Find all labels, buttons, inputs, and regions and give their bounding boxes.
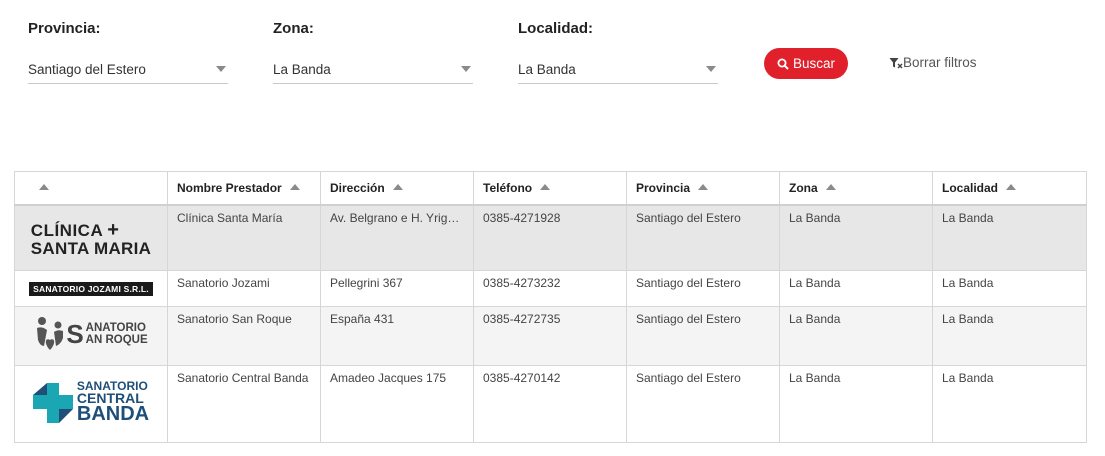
cell-direccion: España 431 xyxy=(320,306,474,366)
table-row[interactable]: S ANATORIO AN ROQUE Sanatorio San Roque … xyxy=(14,306,1087,366)
cell-provincia: Santiago del Estero xyxy=(626,306,780,366)
sort-arrow-icon xyxy=(1006,183,1017,190)
cell-telefono: 0385-4272735 xyxy=(473,306,627,366)
search-icon xyxy=(777,58,789,70)
cell-provincia: Santiago del Estero xyxy=(626,204,780,271)
logo-plus: + xyxy=(107,218,120,241)
cell-telefono: 0385-4270142 xyxy=(473,365,627,443)
zona-label: Zona: xyxy=(273,20,314,37)
cell-zona: La Banda xyxy=(779,365,933,443)
chevron-down-icon xyxy=(706,66,716,72)
localidad-value: La Banda xyxy=(518,61,576,77)
localidad-select[interactable]: La Banda xyxy=(518,55,718,84)
sanatorio-central-banda-logo: SANATORIO CENTRAL BANDA xyxy=(32,379,150,426)
cell-localidad: La Banda xyxy=(932,306,1087,366)
logo-text: SANTA MARIA xyxy=(30,238,152,258)
sort-arrow-icon xyxy=(39,183,49,190)
header-label: Provincia xyxy=(636,181,691,195)
chevron-down-icon xyxy=(216,66,226,72)
cell-nombre: Sanatorio San Roque xyxy=(167,306,321,366)
logo-cell: SANATORIO JOZAMI S.R.L. xyxy=(14,270,168,307)
logo-text: S xyxy=(66,319,84,349)
column-header-provincia[interactable]: Provincia xyxy=(626,171,780,206)
cell-localidad: La Banda xyxy=(932,204,1087,271)
borrar-filtros-button[interactable]: Borrar filtros xyxy=(889,55,977,70)
logo-cell: CLÍNICA + SANTA MARIA xyxy=(14,204,168,271)
logo-text: AN ROQUE xyxy=(85,333,148,346)
filter-zona: Zona: La Banda xyxy=(273,20,473,84)
borrar-filtros-label: Borrar filtros xyxy=(903,55,977,70)
table-row[interactable]: SANATORIO CENTRAL BANDA Sanatorio Centra… xyxy=(14,365,1087,443)
sanatorio-san-roque-logo: S ANATORIO AN ROQUE xyxy=(34,316,148,354)
buscar-label: Buscar xyxy=(792,56,836,71)
cell-direccion: Pellegrini 367 xyxy=(320,270,474,307)
filter-provincia: Provincia: Santiago del Estero xyxy=(28,20,228,84)
cell-telefono: 0385-4271928 xyxy=(473,204,627,271)
header-label: Teléfono xyxy=(483,181,533,195)
medical-cross-icon xyxy=(32,382,73,423)
provincia-value: Santiago del Estero xyxy=(28,61,146,77)
cell-localidad: La Banda xyxy=(932,270,1087,307)
sort-arrow-icon xyxy=(540,183,551,190)
logo-cell: S ANATORIO AN ROQUE xyxy=(14,306,168,366)
cell-zona: La Banda xyxy=(779,306,933,366)
column-header-zona[interactable]: Zona xyxy=(779,171,933,206)
header-label: Zona xyxy=(789,181,818,195)
cell-direccion: Av. Belgrano e H. Yrigoyen xyxy=(320,204,474,271)
cell-direccion: Amadeo Jacques 175 xyxy=(320,365,474,443)
sanatorio-jozami-logo: SANATORIO JOZAMI S.R.L. xyxy=(29,282,153,296)
chevron-down-icon xyxy=(461,66,471,72)
logo-text: BANDA xyxy=(76,403,150,426)
provincia-select[interactable]: Santiago del Estero xyxy=(28,55,228,84)
cell-zona: La Banda xyxy=(779,270,933,307)
localidad-label: Localidad: xyxy=(518,20,594,37)
table-header-row: Nombre Prestador Dirección Teléfono Prov… xyxy=(14,171,1087,206)
cell-localidad: La Banda xyxy=(932,365,1087,443)
table-row[interactable]: CLÍNICA + SANTA MARIA Clínica Santa María… xyxy=(14,204,1087,271)
clinica-santa-maria-logo: CLÍNICA + SANTA MARIA xyxy=(31,220,151,257)
sort-arrow-icon xyxy=(698,183,709,190)
provincia-label: Provincia: xyxy=(28,20,101,37)
cell-nombre: Sanatorio Jozami xyxy=(167,270,321,307)
filter-clear-icon xyxy=(889,57,903,68)
table-row[interactable]: SANATORIO JOZAMI S.R.L. Sanatorio Jozami… xyxy=(14,270,1087,307)
prestadores-table: Nombre Prestador Dirección Teléfono Prov… xyxy=(14,171,1087,443)
column-header-direccion[interactable]: Dirección xyxy=(320,171,474,206)
cell-zona: La Banda xyxy=(779,204,933,271)
buscar-button[interactable]: Buscar xyxy=(764,48,848,79)
column-header-localidad[interactable]: Localidad xyxy=(932,171,1087,206)
sort-arrow-icon xyxy=(289,183,300,190)
filters-bar: Provincia: Santiago del Estero Zona: La … xyxy=(0,0,1105,110)
column-header-logo[interactable] xyxy=(14,171,168,206)
cell-provincia: Santiago del Estero xyxy=(626,365,780,443)
zona-value: La Banda xyxy=(273,61,331,77)
cell-nombre: Sanatorio Central Banda xyxy=(167,365,321,443)
family-heart-icon xyxy=(37,316,64,350)
logo-cell: SANATORIO CENTRAL BANDA xyxy=(14,365,168,443)
cell-nombre: Clínica Santa María xyxy=(167,204,321,271)
header-label: Localidad xyxy=(942,181,999,195)
cell-telefono: 0385-4273232 xyxy=(473,270,627,307)
column-header-nombre[interactable]: Nombre Prestador xyxy=(167,171,321,206)
sort-arrow-icon xyxy=(392,183,403,190)
filter-localidad: Localidad: La Banda xyxy=(518,20,718,84)
logo-text: ANATORIO xyxy=(85,322,146,334)
column-header-telefono[interactable]: Teléfono xyxy=(473,171,627,206)
header-label: Nombre Prestador xyxy=(177,181,282,195)
cell-provincia: Santiago del Estero xyxy=(626,270,780,307)
zona-select[interactable]: La Banda xyxy=(273,55,473,84)
logo-text: CLÍNICA xyxy=(30,220,104,240)
header-label: Dirección xyxy=(330,181,385,195)
sort-arrow-icon xyxy=(825,183,836,190)
